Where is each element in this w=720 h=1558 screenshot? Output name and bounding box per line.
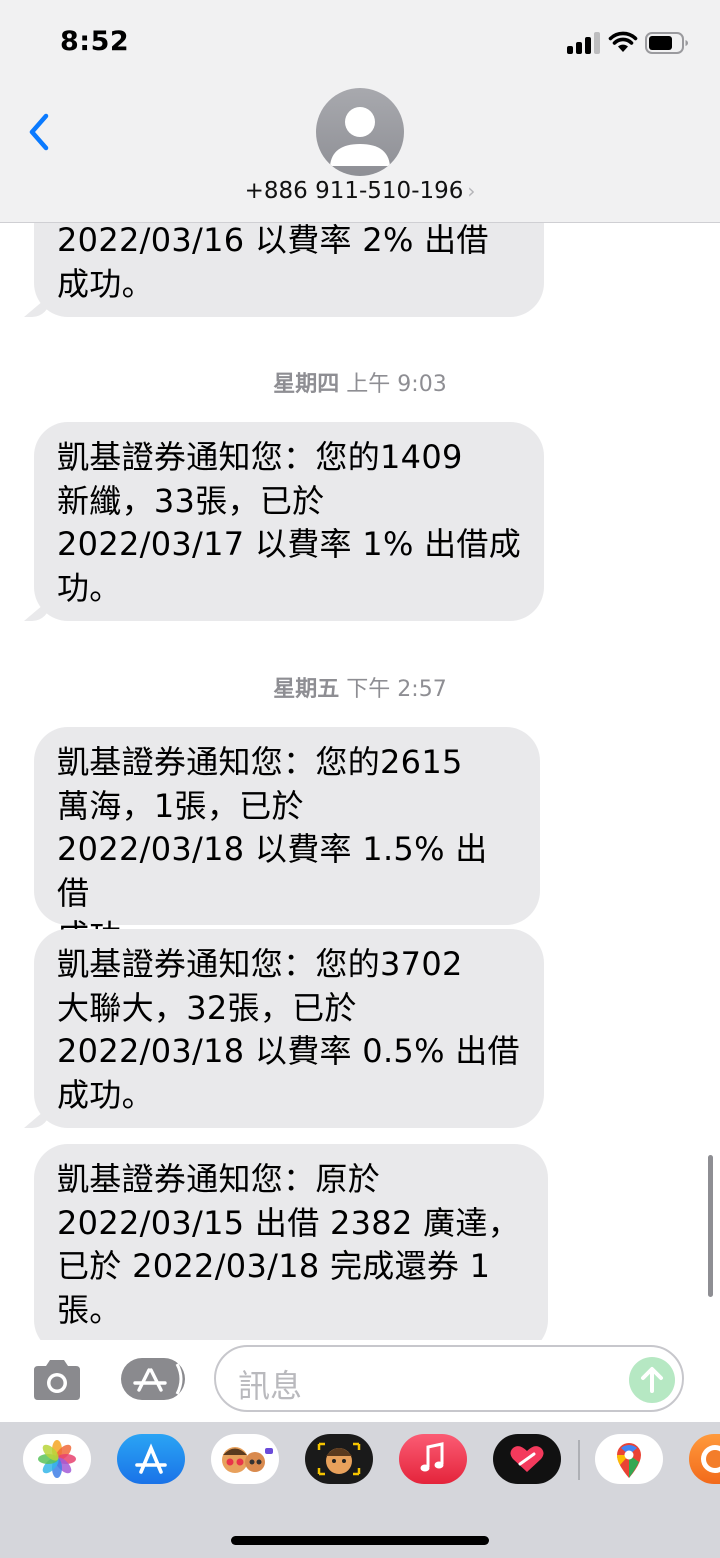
battery-icon bbox=[645, 32, 688, 54]
message-bubble[interactable]: 凱基證券通知您：您的2615 萬海，1張，已於 2022/03/18 以費率 1… bbox=[34, 727, 540, 955]
message-bubble[interactable]: 凱基證券通知您：原於 2022/03/15 出借 2382 廣達， 已於 202… bbox=[34, 1144, 548, 1340]
cellular-signal-icon bbox=[567, 32, 601, 54]
timestamp-day: 星期五 bbox=[273, 677, 340, 702]
timestamp-time: 上午 9:03 bbox=[346, 372, 447, 397]
arrow-up-icon bbox=[641, 1367, 663, 1393]
app-store-icon[interactable] bbox=[117, 1434, 185, 1484]
digital-touch-icon[interactable] bbox=[493, 1434, 561, 1484]
conversation-header: 8:52 +886 911-510-196 › bbox=[0, 0, 720, 223]
scrollbar[interactable] bbox=[708, 1155, 713, 1297]
contact-avatar[interactable] bbox=[316, 88, 404, 176]
message-bubble[interactable]: 凱基證券通知您：您的1409 新纖，33張，已於 2022/03/17 以費率 … bbox=[34, 422, 544, 621]
drawer-divider bbox=[578, 1440, 580, 1480]
timestamp-day: 星期四 bbox=[273, 372, 340, 397]
back-chevron-icon[interactable] bbox=[24, 108, 58, 156]
photos-icon[interactable] bbox=[23, 1434, 91, 1484]
compose-bar: 訊息 bbox=[0, 1340, 720, 1422]
message-bubble[interactable]: 凱基證券通知您：您的3702 大聯大，32張，已於 2022/03/18 以費率… bbox=[34, 929, 544, 1128]
timestamp-friday: 星期五 下午 2:57 bbox=[0, 671, 720, 703]
imessage-app-drawer bbox=[0, 1422, 720, 1558]
music-icon[interactable] bbox=[399, 1434, 467, 1484]
wifi-icon bbox=[608, 31, 638, 52]
person-silhouette-icon bbox=[330, 107, 390, 166]
home-indicator[interactable] bbox=[231, 1536, 489, 1545]
google-maps-icon[interactable] bbox=[595, 1434, 663, 1484]
send-button[interactable] bbox=[629, 1357, 675, 1403]
memoji-stickers-icon[interactable] bbox=[211, 1434, 279, 1484]
camera-icon[interactable] bbox=[30, 1358, 84, 1402]
status-time: 8:52 bbox=[60, 26, 130, 57]
contact-number: +886 911-510-196 bbox=[244, 178, 464, 204]
message-input-placeholder: 訊息 bbox=[238, 1367, 303, 1405]
partial-app-icon[interactable] bbox=[689, 1434, 720, 1484]
timestamp-time: 下午 2:57 bbox=[346, 677, 447, 702]
app-store-icon bbox=[133, 1363, 183, 1395]
contact-name[interactable]: +886 911-510-196 › bbox=[0, 178, 720, 204]
memoji-icon[interactable] bbox=[305, 1434, 373, 1484]
app-store-button[interactable] bbox=[121, 1358, 185, 1400]
message-input[interactable]: 訊息 bbox=[214, 1345, 684, 1412]
timestamp-thursday: 星期四 上午 9:03 bbox=[0, 366, 720, 398]
chevron-right-icon: › bbox=[467, 179, 476, 203]
